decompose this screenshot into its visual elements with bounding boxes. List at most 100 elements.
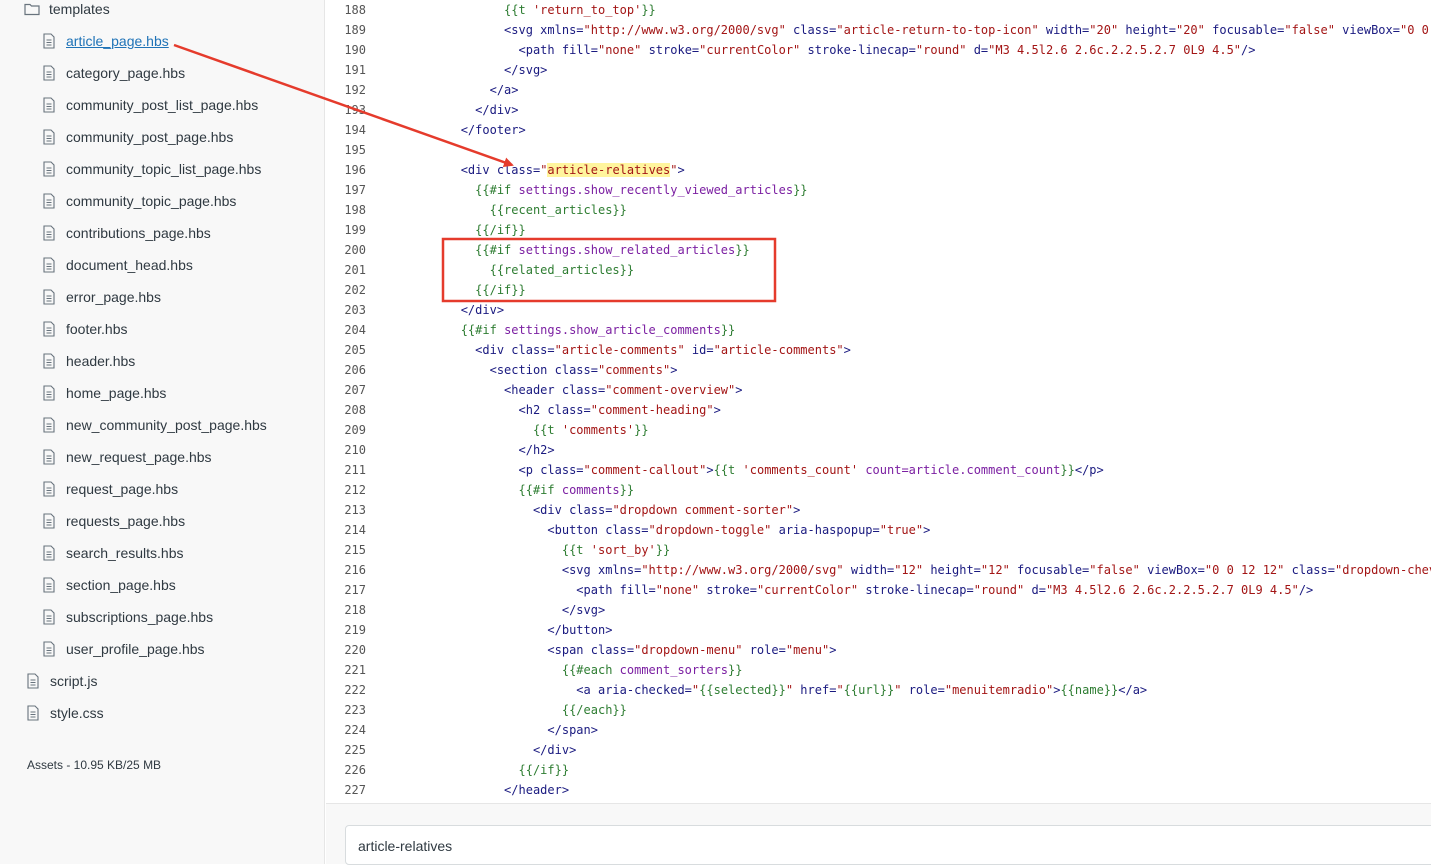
code-line[interactable]: 211 <p class="comment-callout">{{t 'comm… xyxy=(326,460,1104,480)
code-line[interactable]: 221 {{#each comment_sorters}} xyxy=(326,660,742,680)
code-line[interactable]: 196 <div class="article-relatives"> xyxy=(326,160,685,180)
search-input[interactable]: article-relatives xyxy=(345,825,1431,865)
code-line[interactable]: 225 </div> xyxy=(326,740,576,760)
code-token: <header xyxy=(504,383,562,397)
code-token: href= xyxy=(793,683,837,697)
code-text: <svg xmlns="http://www.w3.org/2000/svg" … xyxy=(374,563,1431,577)
code-token: <span xyxy=(547,643,591,657)
code-text: <span class="dropdown-menu" role="menu"> xyxy=(374,643,836,657)
code-line[interactable]: 193 </div> xyxy=(326,100,518,120)
code-text: {{recent_articles}} xyxy=(374,203,627,217)
code-line[interactable]: 215 {{t 'sort_by'}} xyxy=(326,540,670,560)
code-line[interactable]: 197 {{#if settings.show_recently_viewed_… xyxy=(326,180,807,200)
code-line[interactable]: 222 <a aria-checked="{{selected}}" href=… xyxy=(326,680,1147,700)
code-line[interactable]: 203 </div> xyxy=(326,300,504,320)
file-item[interactable]: new_request_page.hbs xyxy=(41,446,212,468)
code-token: {{#if xyxy=(518,483,562,497)
code-line[interactable]: 227 </header> xyxy=(326,780,569,800)
code-line[interactable]: 199 {{/if}} xyxy=(326,220,525,240)
code-line[interactable]: 213 <div class="dropdown comment-sorter"… xyxy=(326,500,800,520)
file-item[interactable]: request_page.hbs xyxy=(41,478,178,500)
code-line[interactable]: 209 {{t 'comments'}} xyxy=(326,420,648,440)
file-label: article_page.hbs xyxy=(66,33,169,49)
code-token: <path xyxy=(518,43,562,57)
folder-templates[interactable]: templates xyxy=(24,0,110,20)
line-number: 202 xyxy=(344,283,366,297)
code-line[interactable]: 195 xyxy=(326,140,374,160)
file-icon xyxy=(41,32,57,50)
file-item[interactable]: article_page.hbs xyxy=(41,30,169,52)
code-line[interactable]: 220 <span class="dropdown-menu" role="me… xyxy=(326,640,836,660)
file-item[interactable]: error_page.hbs xyxy=(41,286,161,308)
file-item[interactable]: header.hbs xyxy=(41,350,135,372)
file-item[interactable]: community_post_page.hbs xyxy=(41,126,233,148)
code-line[interactable]: 202 {{/if}} xyxy=(326,280,525,300)
code-editor[interactable]: 188 {{t 'return_to_top'}} 189 <svg xmlns=… xyxy=(326,0,1431,803)
file-item[interactable]: contributions_page.hbs xyxy=(41,222,211,244)
code-line[interactable]: 214 <button class="dropdown-toggle" aria… xyxy=(326,520,930,540)
file-item[interactable]: footer.hbs xyxy=(41,318,128,340)
code-line[interactable]: 192 </a> xyxy=(326,80,519,100)
file-icon xyxy=(41,96,57,114)
file-item[interactable]: user_profile_page.hbs xyxy=(41,638,205,660)
file-sidebar: templates article_page.hbs category_page.… xyxy=(0,0,325,864)
file-item[interactable]: community_post_list_page.hbs xyxy=(41,94,258,116)
code-line[interactable]: 190 <path fill="none" stroke="currentCol… xyxy=(326,40,1255,60)
code-token: "dropdown-toggle" xyxy=(648,523,772,537)
code-line[interactable]: 208 <h2 class="comment-heading"> xyxy=(326,400,721,420)
file-item[interactable]: search_results.hbs xyxy=(41,542,184,564)
code-line[interactable]: 198 {{recent_articles}} xyxy=(326,200,627,220)
file-item[interactable]: requests_page.hbs xyxy=(41,510,185,532)
file-item[interactable]: new_community_post_page.hbs xyxy=(41,414,267,436)
code-line[interactable]: 226 {{/if}} xyxy=(326,760,569,780)
code-token: </p> xyxy=(1074,463,1104,477)
code-token: fill= xyxy=(619,583,656,597)
file-item[interactable]: style.css xyxy=(25,702,104,724)
file-item[interactable]: script.js xyxy=(25,670,97,692)
file-item[interactable]: home_page.hbs xyxy=(41,382,166,404)
code-line[interactable]: 191 </svg> xyxy=(326,60,547,80)
code-line[interactable]: 210 </h2> xyxy=(326,440,555,460)
code-line[interactable]: 201 {{related_articles}} xyxy=(326,260,634,280)
code-line[interactable]: 217 <path fill="none" stroke="currentCol… xyxy=(326,580,1313,600)
code-token: "http://www.w3.org/2000/svg" xyxy=(583,23,786,37)
code-token: height= xyxy=(1118,23,1176,37)
code-token: </h2> xyxy=(518,443,555,457)
code-line[interactable]: 189 <svg xmlns="http://www.w3.org/2000/s… xyxy=(326,20,1431,40)
code-line[interactable]: 205 <div class="article-comments" id="ar… xyxy=(326,340,851,360)
code-token: "dropdown comment-sorter" xyxy=(612,503,794,517)
file-item[interactable]: community_topic_list_page.hbs xyxy=(41,158,261,180)
code-line[interactable]: 188 {{t 'return_to_top'}} xyxy=(326,0,655,20)
code-token: "20" xyxy=(1089,23,1119,37)
code-token: "M3 4.5l2.6 2.6c.2.2.5.2.7 0L9 4.5" xyxy=(1045,583,1299,597)
code-token: settings.show_related_articles xyxy=(518,243,736,257)
code-line[interactable]: 206 <section class="comments"> xyxy=(326,360,677,380)
code-line[interactable]: 204 {{#if settings.show_article_comments… xyxy=(326,320,735,340)
file-item[interactable]: category_page.hbs xyxy=(41,62,185,84)
code-line[interactable]: 218 </svg> xyxy=(326,600,605,620)
code-line[interactable]: 216 <svg xmlns="http://www.w3.org/2000/s… xyxy=(326,560,1431,580)
code-line[interactable]: 219 </button> xyxy=(326,620,612,640)
code-text: <button class="dropdown-toggle" aria-has… xyxy=(374,523,930,537)
code-token: <button xyxy=(547,523,606,537)
code-token: </div> xyxy=(460,303,505,317)
code-line[interactable]: 200 {{#if settings.show_related_articles… xyxy=(326,240,749,260)
code-line[interactable]: 212 {{#if comments}} xyxy=(326,480,634,500)
code-token: "comments" xyxy=(597,363,671,377)
file-item[interactable]: community_topic_page.hbs xyxy=(41,190,236,212)
code-token: </a> xyxy=(489,83,519,97)
file-item[interactable]: document_head.hbs xyxy=(41,254,193,276)
line-number: 205 xyxy=(344,343,366,357)
code-token: xmlns= xyxy=(597,563,642,577)
code-text: {{related_articles}} xyxy=(374,263,635,277)
code-token: > xyxy=(713,403,721,417)
code-line[interactable]: 223 {{/each}} xyxy=(326,700,627,720)
code-text: </div> xyxy=(374,743,576,757)
file-item[interactable]: section_page.hbs xyxy=(41,574,176,596)
code-line[interactable]: 224 </span> xyxy=(326,720,598,740)
file-item[interactable]: subscriptions_page.hbs xyxy=(41,606,213,628)
code-line[interactable]: 194 </footer> xyxy=(326,120,525,140)
code-line[interactable]: 207 <header class="comment-overview"> xyxy=(326,380,742,400)
